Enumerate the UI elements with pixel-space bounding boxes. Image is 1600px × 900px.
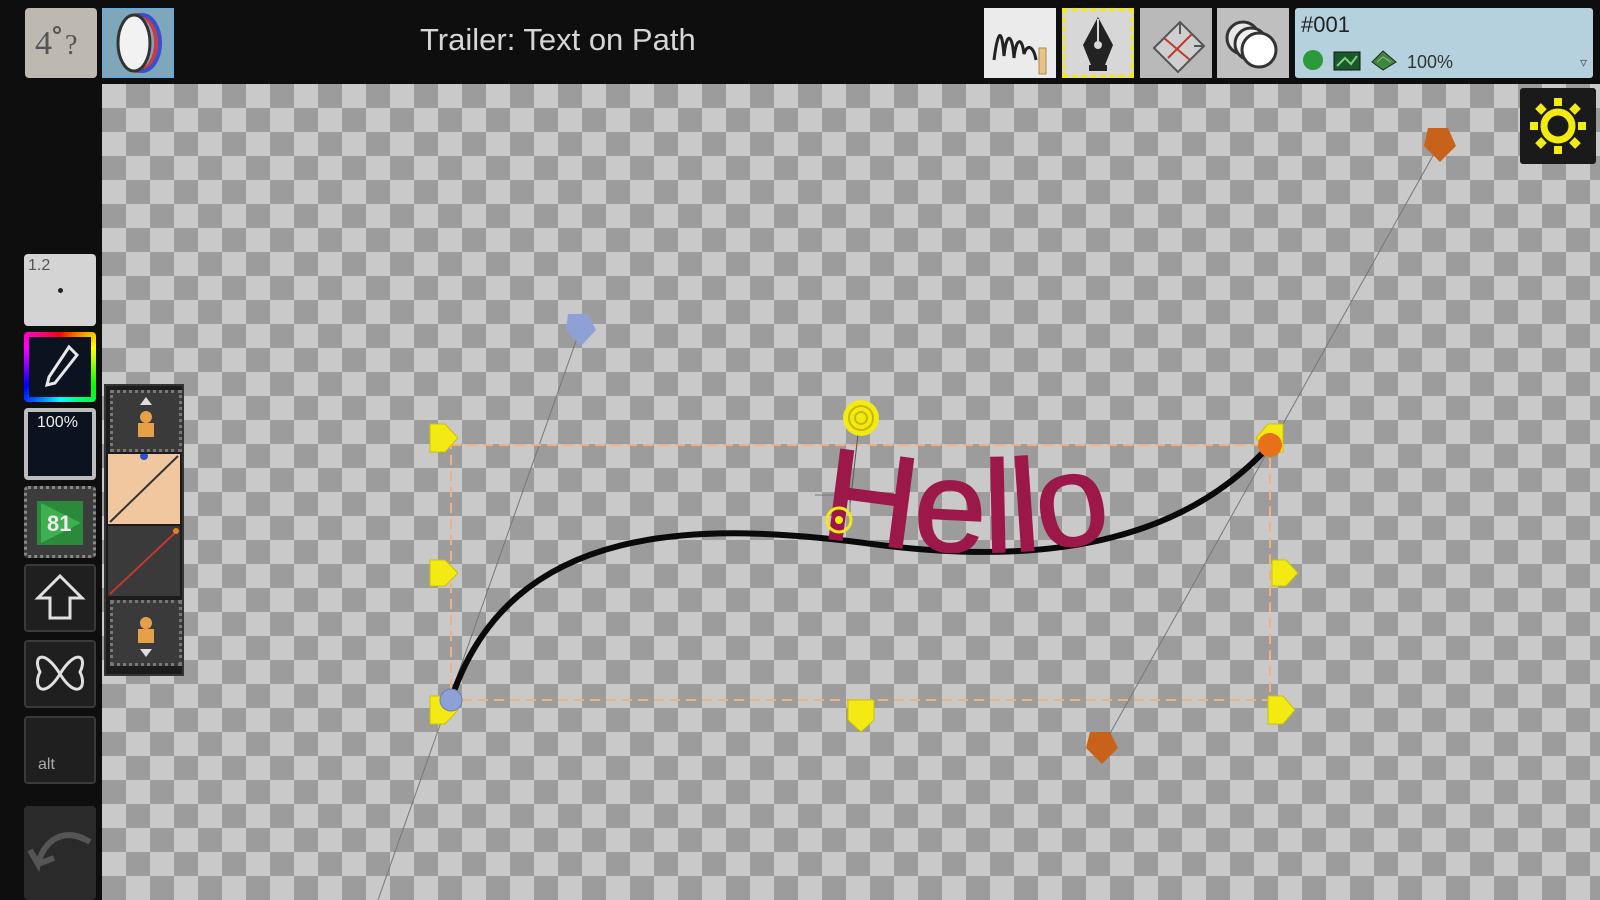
keyframe-next-button[interactable]: [110, 600, 182, 666]
ease-curve-icon: [109, 528, 179, 595]
person-down-icon: [138, 617, 154, 657]
svg-text:4: 4: [35, 25, 52, 62]
page-title: Trailer: Text on Path: [420, 22, 696, 57]
move-up-button[interactable]: [24, 564, 96, 632]
layers-stack-icon: [1225, 20, 1278, 69]
frame-number: 81: [47, 511, 72, 536]
top-bar: 4 ? Trailer: Text on Path #001 100% ▿: [0, 0, 1600, 84]
ease-curve-preset[interactable]: [108, 526, 180, 596]
undo-button[interactable]: [24, 806, 96, 900]
ease-linear-preset[interactable]: [108, 454, 180, 524]
opacity-swatch: 100%: [28, 412, 92, 476]
layer-name: #001: [1301, 12, 1350, 37]
pencil-icon: [44, 344, 80, 388]
settings-button[interactable]: [1520, 88, 1596, 164]
svg-text:?: ?: [65, 30, 77, 61]
person-up-icon: [138, 397, 154, 437]
left-toolbar: 1.2 100% 81 alt: [0, 84, 102, 900]
arrow-up-icon: [34, 573, 86, 620]
brush-size-button[interactable]: 1.2: [24, 254, 96, 326]
onion-skin-button[interactable]: [102, 8, 174, 78]
app-menu-button[interactable]: 4 ?: [25, 8, 97, 78]
layer-lock-icon[interactable]: [1369, 48, 1399, 72]
alt-key-button[interactable]: alt: [24, 716, 96, 784]
layer-thumbnail-icon: [1333, 51, 1361, 71]
pen-nib-icon: [1083, 17, 1113, 71]
layer-info-panel[interactable]: #001 100% ▿: [1295, 8, 1593, 78]
freehand-scribble-icon: [992, 34, 1047, 75]
keyframe-panel: [104, 384, 184, 676]
brush-size-value: 1.2: [28, 257, 51, 274]
transform-tool-button[interactable]: [1140, 8, 1212, 78]
panel-expand-icon[interactable]: ▿: [1580, 54, 1587, 71]
freehand-tool-button[interactable]: [984, 8, 1056, 78]
undo-arrow-icon: [27, 832, 92, 872]
butterfly-icon: [35, 655, 85, 691]
frame-button[interactable]: 81: [24, 486, 96, 558]
onion-skin-icon: [116, 13, 162, 73]
current-color-swatch: [29, 337, 91, 397]
layer-visible-icon[interactable]: [1303, 50, 1323, 70]
symmetry-button[interactable]: [24, 640, 96, 708]
transform-grid-icon: [1152, 20, 1206, 74]
pen-tool-button[interactable]: [1062, 8, 1134, 78]
app-logo-icon: 4 ?: [35, 25, 77, 62]
layers-tool-button[interactable]: [1217, 8, 1289, 78]
drawing-canvas[interactable]: [102, 84, 1600, 900]
keyframe-prev-button[interactable]: [110, 390, 182, 452]
opacity-button[interactable]: 100%: [24, 408, 96, 480]
layer-opacity: 100%: [1407, 52, 1454, 72]
brush-dot-icon: [58, 288, 63, 293]
color-picker-button[interactable]: [24, 332, 96, 402]
linear-curve-icon: [109, 454, 179, 523]
opacity-value: 100%: [37, 414, 78, 431]
alt-label: alt: [38, 756, 55, 773]
gear-icon: [1530, 98, 1586, 154]
